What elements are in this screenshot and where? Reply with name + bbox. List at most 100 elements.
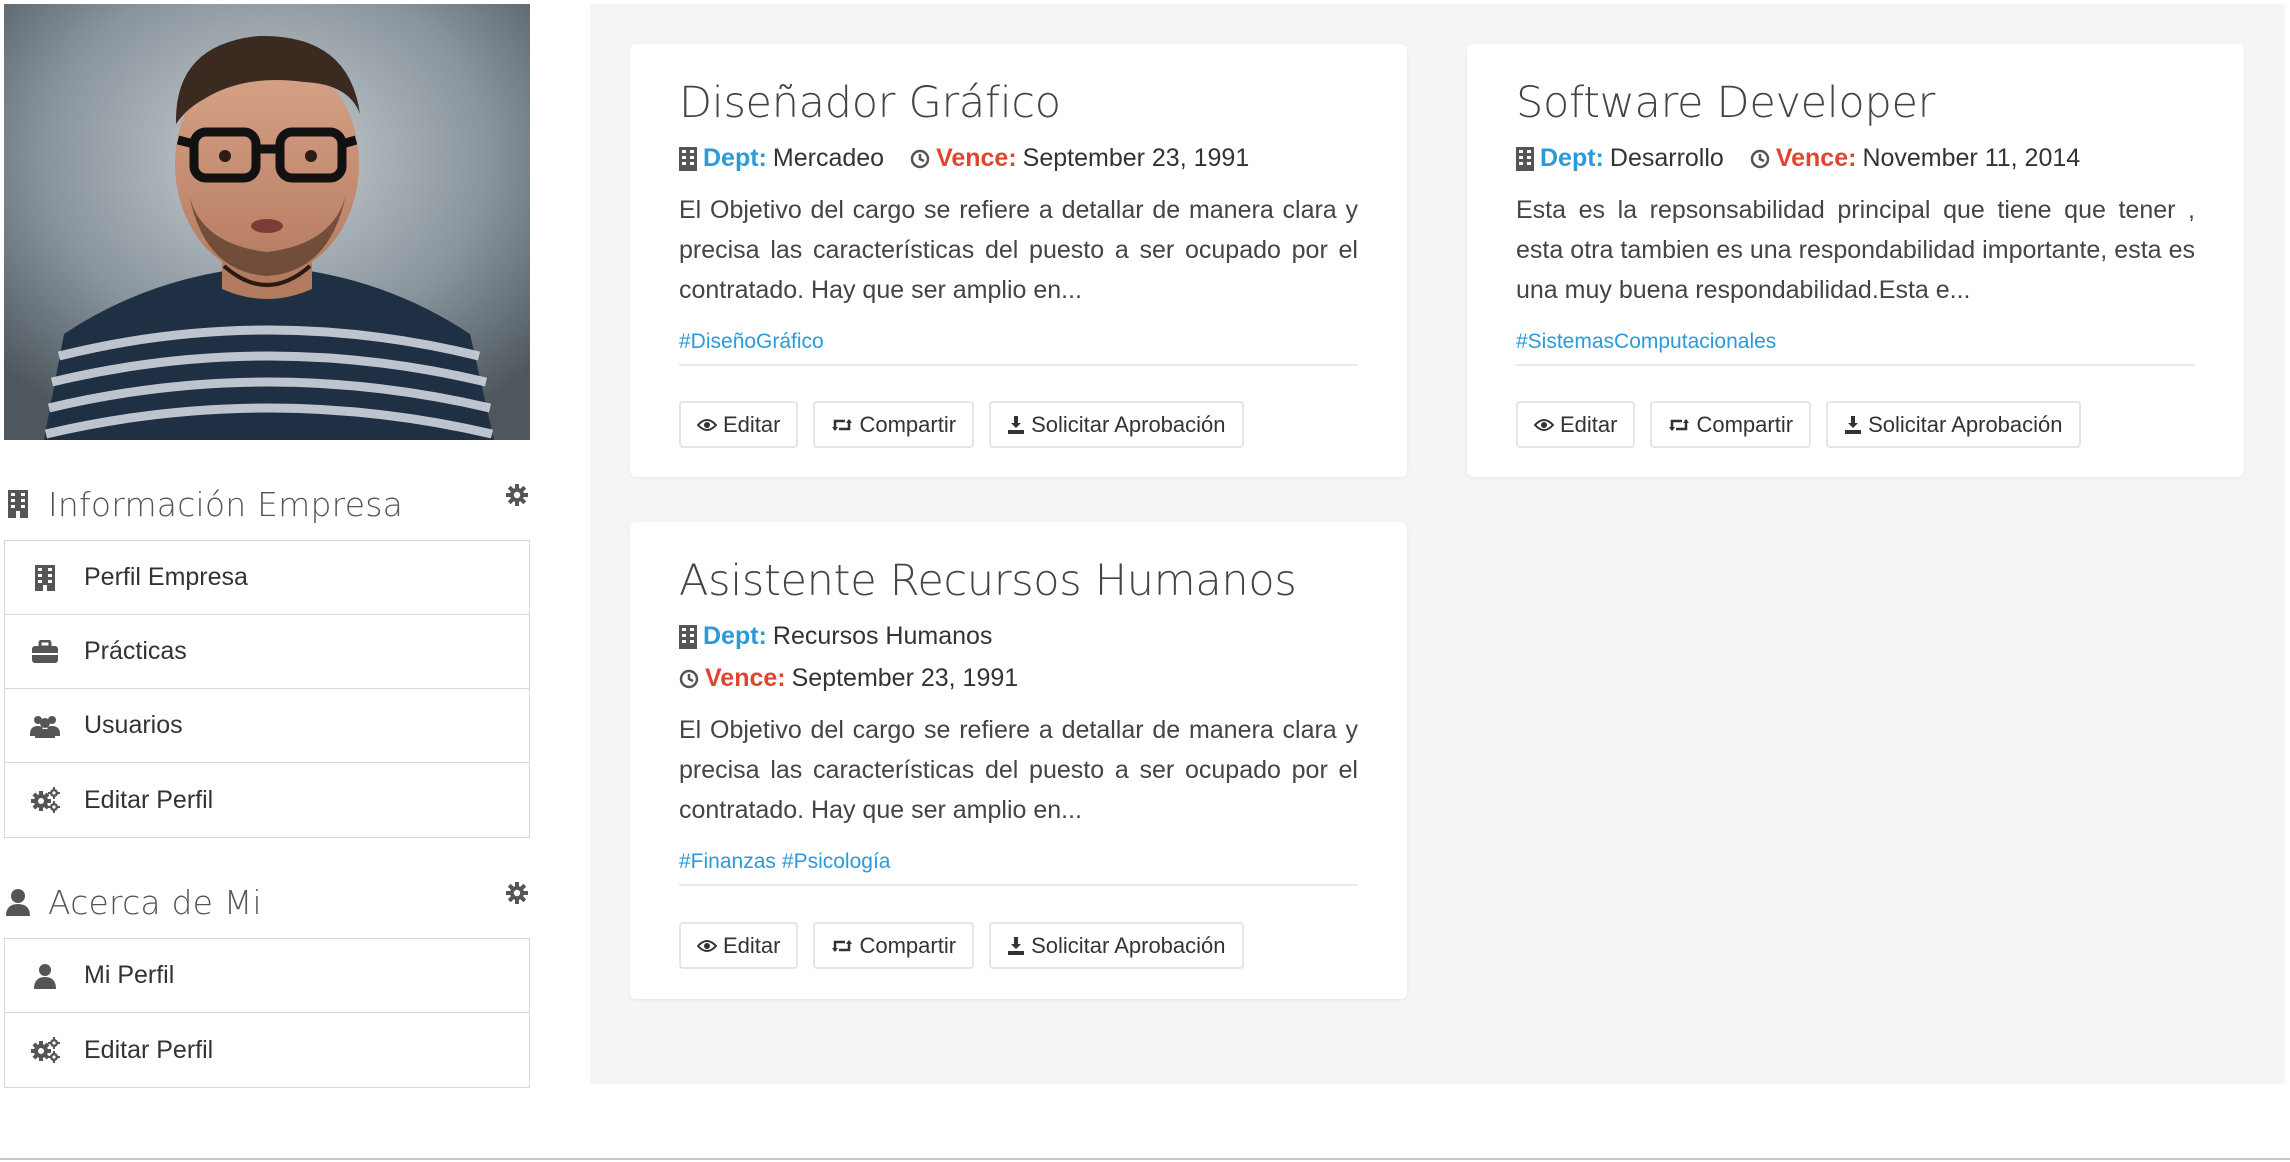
user-icon — [6, 887, 30, 917]
sidebar: Información Empresa Perfil Empresa Práct… — [4, 4, 530, 1088]
share-button-label: Compartir — [859, 411, 957, 437]
menu-item-label: Editar Perfil — [84, 1035, 214, 1064]
download-icon — [1845, 415, 1862, 434]
gear-icon[interactable] — [506, 484, 528, 511]
briefcase-icon — [25, 639, 65, 664]
job-meta-due: Vence: September 23, 1991 — [679, 664, 1018, 693]
company-menu: Perfil Empresa Prácticas Usuarios Editar… — [4, 540, 530, 838]
dept-value: Recursos Humanos — [772, 622, 993, 650]
request-approval-button[interactable]: Solicitar Aprobación — [989, 401, 1244, 448]
request-approval-label: Solicitar Aprobación — [1031, 411, 1226, 437]
edit-button-label: Editar — [723, 411, 781, 437]
edit-button-label: Editar — [723, 932, 781, 958]
job-meta: Dept: Mercadeo Vence: September 23, 1991 — [679, 144, 1249, 173]
job-card: Diseñador Gráfico Dept: Mercadeo Vence: … — [630, 44, 1407, 477]
menu-item-editar-perfil[interactable]: Editar Perfil — [5, 763, 529, 837]
job-meta: Dept: Desarrollo Vence: November 11, 201… — [1516, 144, 2080, 173]
clock-icon — [679, 669, 699, 688]
about-section-header: Acerca de Mi — [4, 866, 530, 938]
eye-icon — [697, 418, 717, 431]
tag-link[interactable]: #DiseñoGráfico — [679, 330, 824, 353]
menu-item-label: Mi Perfil — [84, 961, 175, 989]
job-card: Asistente Recursos Humanos Dept: Recurso… — [630, 522, 1407, 999]
due-date: November 11, 2014 — [1862, 144, 2081, 172]
edit-button[interactable]: Editar — [1516, 401, 1636, 448]
user-icon — [25, 963, 65, 989]
request-approval-button[interactable]: Solicitar Aprobación — [989, 922, 1244, 969]
retweet-icon — [832, 418, 853, 431]
tag-link[interactable]: #Finanzas — [679, 850, 776, 873]
company-section-title: Información Empresa — [48, 484, 404, 524]
download-icon — [1008, 415, 1025, 434]
building-icon — [1516, 146, 1534, 171]
dept-label: Dept: — [1540, 144, 1604, 172]
company-section-header: Información Empresa — [4, 468, 530, 540]
tag-link[interactable]: #SistemasComputacionales — [1516, 330, 1776, 353]
due-date: September 23, 1991 — [1022, 144, 1250, 172]
card-actions: Editar Compartir Solicitar Aprobación — [1516, 401, 2096, 448]
dept-label: Dept: — [703, 144, 767, 172]
request-approval-label: Solicitar Aprobación — [1868, 411, 2063, 437]
menu-item-editar-perfil[interactable]: Editar Perfil — [5, 1013, 529, 1087]
share-button[interactable]: Compartir — [1650, 401, 1812, 448]
job-tags: #DiseñoGráfico — [679, 330, 1358, 366]
profile-photo[interactable] — [4, 4, 530, 440]
cogs-icon — [25, 787, 65, 813]
job-listings: Diseñador Gráfico Dept: Mercadeo Vence: … — [590, 4, 2285, 1084]
menu-item-perfil-empresa[interactable]: Perfil Empresa — [5, 541, 529, 615]
job-title: Asistente Recursos Humanos — [679, 556, 1297, 606]
edit-button[interactable]: Editar — [679, 401, 799, 448]
job-tags: #Finanzas #Psicología — [679, 850, 1358, 886]
building-icon — [25, 564, 65, 591]
job-card: Software Developer Dept: Desarrollo Venc… — [1467, 44, 2244, 477]
share-button-label: Compartir — [1696, 411, 1794, 437]
due-date: September 23, 1991 — [791, 664, 1019, 692]
download-icon — [1008, 936, 1025, 955]
eye-icon — [697, 939, 717, 952]
menu-item-usuarios[interactable]: Usuarios — [5, 689, 529, 763]
share-button[interactable]: Compartir — [813, 401, 975, 448]
about-section-title: Acerca de Mi — [48, 882, 262, 922]
building-icon — [679, 624, 697, 649]
menu-item-practicas[interactable]: Prácticas — [5, 615, 529, 689]
menu-item-label: Perfil Empresa — [84, 563, 248, 591]
job-tags: #SistemasComputacionales — [1516, 330, 2195, 366]
building-icon — [6, 489, 30, 519]
retweet-icon — [1669, 418, 1690, 431]
dept-value: Mercadeo — [772, 144, 885, 172]
retweet-icon — [832, 939, 853, 952]
request-approval-label: Solicitar Aprobación — [1031, 932, 1226, 958]
job-description: El Objetivo del cargo se refiere a detal… — [679, 196, 1358, 304]
eye-icon — [1534, 418, 1554, 431]
about-menu: Mi Perfil Editar Perfil — [4, 938, 530, 1088]
due-label: Vence: — [1775, 144, 1857, 172]
due-label: Vence: — [705, 664, 786, 692]
menu-item-mi-perfil[interactable]: Mi Perfil — [5, 939, 529, 1013]
footer-divider — [0, 1158, 2290, 1160]
card-actions: Editar Compartir Solicitar Aprobación — [679, 401, 1259, 448]
gear-icon[interactable] — [506, 882, 528, 909]
due-label: Vence: — [936, 144, 1017, 172]
page: Información Empresa Perfil Empresa Práct… — [0, 0, 2290, 1162]
job-title: Diseñador Gráfico — [679, 78, 1061, 128]
dept-value: Desarrollo — [1609, 144, 1724, 172]
card-actions: Editar Compartir Solicitar Aprobación — [679, 922, 1259, 969]
menu-item-label: Editar Perfil — [84, 785, 214, 814]
job-description: Esta es la repsonsabilidad principal que… — [1516, 196, 2195, 304]
request-approval-button[interactable]: Solicitar Aprobación — [1826, 401, 2081, 448]
share-button-label: Compartir — [859, 932, 957, 958]
edit-button-label: Editar — [1560, 411, 1618, 437]
menu-item-label: Prácticas — [84, 637, 187, 665]
tag-link[interactable]: #Psicología — [782, 850, 891, 873]
building-icon — [679, 146, 697, 171]
share-button[interactable]: Compartir — [813, 922, 975, 969]
cogs-icon — [25, 1037, 65, 1063]
edit-button[interactable]: Editar — [679, 922, 799, 969]
job-meta-dept: Dept: Recursos Humanos — [679, 622, 992, 651]
job-title: Software Developer — [1516, 78, 1935, 128]
clock-icon — [910, 149, 930, 168]
menu-item-label: Usuarios — [84, 711, 183, 739]
dept-label: Dept: — [703, 622, 767, 650]
job-description: El Objetivo del cargo se refiere a detal… — [679, 716, 1358, 824]
clock-icon — [1750, 149, 1770, 168]
